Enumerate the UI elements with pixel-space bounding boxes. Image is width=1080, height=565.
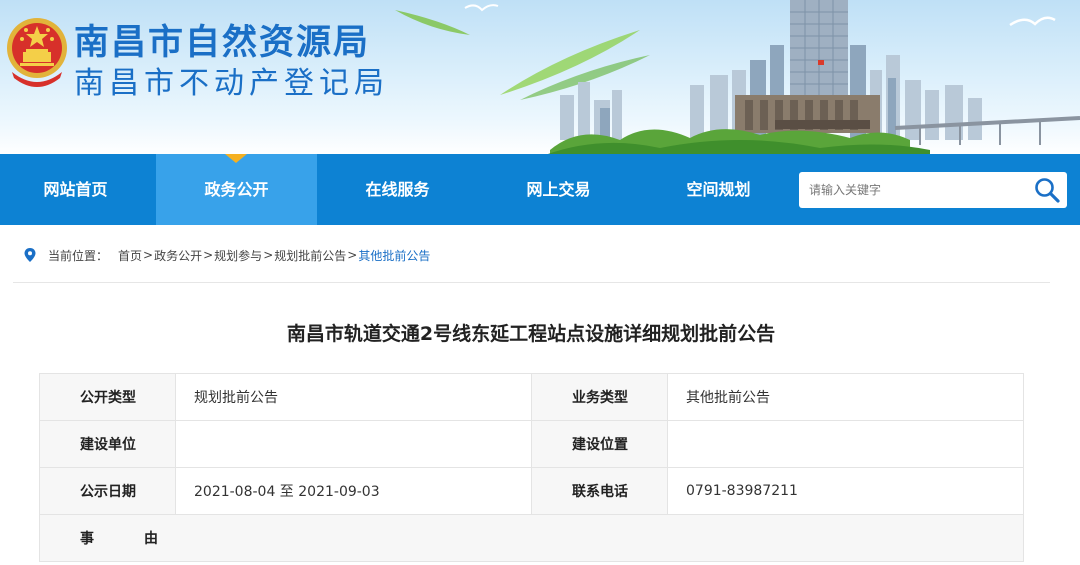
public-type-value: 规划批前公告	[175, 373, 532, 421]
notice-date-value: 2021-08-04 至 2021-09-03	[175, 467, 532, 515]
business-type-label: 业务类型	[531, 373, 668, 421]
breadcrumb-government-affairs-link[interactable]: 政务公开	[154, 247, 202, 264]
contact-phone-label: 联系电话	[531, 467, 668, 515]
breadcrumb-planning-notice-link[interactable]: 规划批前公告	[274, 247, 346, 264]
breadcrumb-separator: >	[347, 248, 358, 262]
public-type-label: 公开类型	[39, 373, 176, 421]
business-type-value: 其他批前公告	[667, 373, 1024, 421]
table-row: 建设单位 建设位置	[39, 420, 1024, 468]
national-emblem-icon	[7, 18, 67, 87]
breadcrumb-planning-participation-link[interactable]: 规划参与	[214, 247, 262, 264]
nav-item-government-affairs[interactable]: 政务公开	[156, 154, 317, 225]
search-box	[799, 172, 1067, 208]
breadcrumb: 当前位置： 首页 > 政务公开 > 规划参与 > 规划批前公告 > 其他批前公告	[24, 246, 430, 264]
breadcrumb-label: 当前位置：	[48, 248, 109, 263]
breadcrumb-separator: >	[203, 248, 214, 262]
breadcrumb-home-link[interactable]: 首页	[118, 247, 142, 264]
construction-location-value	[667, 420, 1024, 468]
site-subtitle: 南昌市不动产登记局	[74, 66, 389, 101]
article-info-table: 公开类型 规划批前公告 业务类型 其他批前公告 建设单位 建设位置 公示日期 2…	[39, 373, 1024, 562]
nav-item-online-trading[interactable]: 网上交易	[478, 154, 639, 225]
breadcrumb-divider	[13, 282, 1050, 283]
article-title: 南昌市轨道交通2号线东延工程站点设施详细规划批前公告	[286, 323, 776, 345]
breadcrumb-current-page[interactable]: 其他批前公告	[358, 247, 430, 264]
nav-item-home[interactable]: 网站首页	[0, 154, 156, 225]
breadcrumb-separator: >	[263, 248, 274, 262]
active-nav-caret-icon	[225, 154, 247, 163]
search-icon[interactable]	[1033, 176, 1061, 204]
table-row: 公示日期 2021-08-04 至 2021-09-03 联系电话 0791-8…	[39, 467, 1024, 515]
construction-location-label: 建设位置	[531, 420, 668, 468]
breadcrumb-separator: >	[143, 248, 154, 262]
notice-date-label: 公示日期	[39, 467, 176, 515]
reason-label: 事 由	[39, 514, 1024, 562]
contact-phone-value: 0791-83987211	[667, 467, 1024, 515]
header-banner: 南昌市自然资源局 南昌市不动产登记局	[0, 0, 1080, 155]
table-row: 公开类型 规划批前公告 业务类型 其他批前公告	[39, 373, 1024, 421]
table-row: 事 由	[39, 514, 1024, 562]
construction-unit-value	[175, 420, 532, 468]
search-input[interactable]	[799, 172, 1027, 208]
location-pin-icon	[24, 248, 36, 262]
construction-unit-label: 建设单位	[39, 420, 176, 468]
nav-item-online-services[interactable]: 在线服务	[317, 154, 478, 225]
nav-item-spatial-planning[interactable]: 空间规划	[638, 154, 799, 225]
